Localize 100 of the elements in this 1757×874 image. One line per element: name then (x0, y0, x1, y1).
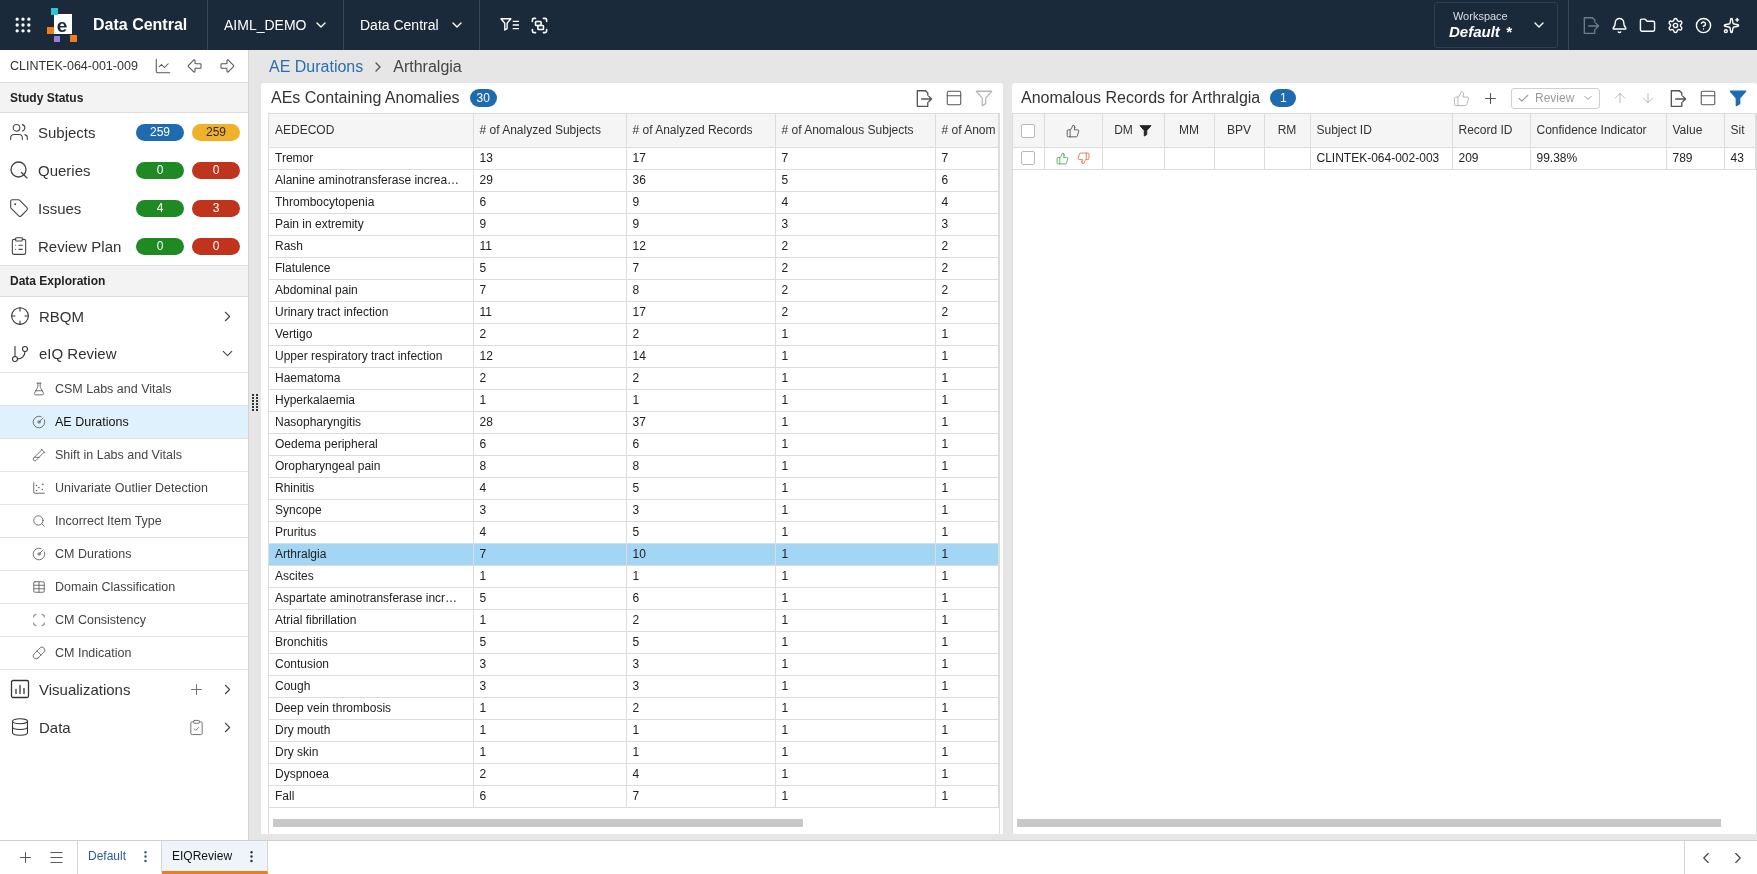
status-item[interactable]: Issues 4 3 (0, 189, 248, 227)
clipboard-check-icon[interactable] (188, 718, 205, 736)
table-row[interactable]: Pruritus 4 5 1 1 (269, 521, 999, 543)
column-header[interactable]: AEDECOD (269, 114, 473, 147)
column-header[interactable]: # of Analyzed Records (626, 114, 775, 147)
table-cell: 1 (775, 675, 935, 697)
table-row[interactable]: Syncope 3 3 1 1 (269, 499, 999, 521)
table-row[interactable]: Oedema peripheral 6 6 1 1 (269, 433, 999, 455)
column-header[interactable]: # of Anomalous Subjects (775, 114, 935, 147)
column-header[interactable]: Confidence Indicator (1530, 114, 1666, 147)
table-row[interactable]: Flatulence 5 7 2 2 (269, 257, 999, 279)
nav-item[interactable]: Visualizations (0, 670, 248, 708)
app-grid-icon[interactable] (13, 15, 33, 35)
drag-handle-icon[interactable] (252, 394, 258, 411)
folder-icon[interactable] (1639, 16, 1656, 34)
export-icon[interactable] (914, 88, 933, 108)
help-icon[interactable] (1695, 16, 1712, 34)
table-cell: 7 (473, 543, 626, 565)
table-row[interactable]: Fall 6 7 1 1 (269, 785, 999, 807)
menu-icon[interactable] (48, 849, 65, 866)
column-header[interactable]: DM (1102, 114, 1164, 147)
table-row[interactable]: Deep vein thrombosis 1 2 1 1 (269, 697, 999, 719)
column-header[interactable]: Record ID (1452, 114, 1530, 147)
table-row[interactable]: Rhinitis 4 5 1 1 (269, 477, 999, 499)
export-icon[interactable] (1581, 15, 1600, 35)
table-row[interactable]: Abdominal pain 7 8 2 2 (269, 279, 999, 301)
workspace-selector[interactable]: Workspace Default * (1434, 2, 1558, 48)
column-header[interactable]: Subject ID (1310, 114, 1452, 147)
table-row[interactable]: Oropharyngeal pain 8 8 1 1 (269, 455, 999, 477)
table-row[interactable]: Dry skin 1 1 1 1 (269, 741, 999, 763)
section-header: Data Exploration (0, 265, 248, 297)
table-row[interactable]: Cough 3 3 1 1 (269, 675, 999, 697)
settings-icon[interactable] (1667, 16, 1684, 34)
grouped-squares-icon[interactable] (530, 15, 549, 35)
table-row[interactable]: Haematoma 2 2 1 1 (269, 367, 999, 389)
table-row[interactable]: Vertigo 2 2 1 1 (269, 323, 999, 345)
table-row[interactable]: Aspartate aminotransferase incr… 5 6 1 1 (269, 587, 999, 609)
table-cell: 1 (775, 719, 935, 741)
table-row[interactable]: Nasopharyngitis 28 37 1 1 (269, 411, 999, 433)
table-row[interactable]: Thrombocytopenia 6 9 4 4 (269, 191, 999, 213)
table-cell: 1 (935, 499, 999, 521)
breadcrumb-link[interactable]: AE Durations (269, 57, 364, 76)
tab[interactable]: EIQReview (162, 841, 269, 874)
table-row[interactable]: Dyspnoea 2 4 1 1 (269, 763, 999, 785)
logo: e (47, 8, 77, 42)
table-cell: 3 (626, 499, 775, 521)
column-header[interactable]: MM (1164, 114, 1214, 147)
nav-item[interactable]: RBQM (0, 297, 248, 335)
status-item[interactable]: Subjects 259 259 (0, 113, 248, 151)
sparkles-icon[interactable] (1723, 16, 1740, 34)
arrow-right-icon[interactable] (218, 57, 236, 75)
line-chart-icon[interactable] (154, 57, 172, 75)
table-row[interactable]: Rash 11 12 2 2 (269, 235, 999, 257)
filter-list-icon[interactable] (500, 16, 520, 34)
table-row[interactable]: Contusion 3 3 1 1 (269, 653, 999, 675)
column-header[interactable]: # of Anom (935, 114, 999, 147)
column-header[interactable]: Sit (1724, 114, 1756, 147)
thumbs-up-icon[interactable] (1056, 151, 1069, 165)
table-row[interactable]: Pain in extremity 9 9 3 3 (269, 213, 999, 235)
column-header[interactable]: # of Analyzed Subjects (473, 114, 626, 147)
status-item[interactable]: Review Plan 0 0 (0, 227, 248, 265)
table-row[interactable]: Alanine aminotransferase increa… 29 36 5 6 (269, 169, 999, 191)
plus-icon[interactable] (17, 849, 34, 866)
column-header[interactable]: Value (1666, 114, 1724, 147)
horizontal-scrollbar[interactable] (273, 819, 803, 827)
table-row[interactable]: Upper respiratory tract infection 12 14 1 1 (269, 345, 999, 367)
nav-item[interactable]: Data (0, 708, 248, 746)
table-row[interactable]: Tremor 13 17 7 7 (269, 147, 999, 169)
nav-subitem[interactable]: AE Durations (0, 406, 248, 439)
table-row[interactable]: Ascites 1 1 1 1 (269, 565, 999, 587)
thumbs-down-icon[interactable] (1077, 151, 1090, 165)
table-row[interactable]: Urinary tract infection 11 17 2 2 (269, 301, 999, 323)
checkbox[interactable] (1021, 123, 1036, 138)
arrow-left-icon[interactable] (186, 57, 204, 75)
filter-icon[interactable] (1138, 123, 1152, 137)
table-cell: 1 (935, 367, 999, 389)
column-header[interactable]: RM (1264, 114, 1310, 147)
column-header[interactable]: BPV (1214, 114, 1264, 147)
bell-icon[interactable] (1611, 16, 1628, 34)
table-row[interactable]: Hyperkalaemia 1 1 1 1 (269, 389, 999, 411)
panel-icon[interactable] (945, 89, 963, 107)
checkbox[interactable] (1021, 151, 1036, 166)
table-cell: Oedema peripheral (269, 433, 473, 455)
table-cell: Nasopharyngitis (269, 411, 473, 433)
table-row[interactable]: Atrial fibrillation 1 2 1 1 (269, 609, 999, 631)
table-row[interactable]: Bronchitis 5 5 1 1 (269, 631, 999, 653)
table-cell: 1 (775, 785, 935, 807)
workspace-name: Default (1449, 22, 1500, 40)
table-row[interactable]: Arthralgia 7 10 1 1 (269, 543, 999, 565)
table-cell: 1 (935, 741, 999, 763)
table-row[interactable]: Dry mouth 1 1 1 1 (269, 719, 999, 741)
status-item[interactable]: Queries 0 0 (0, 151, 248, 189)
horizontal-scrollbar[interactable] (1017, 819, 1721, 827)
app-name: Data Central (93, 16, 188, 34)
panel-icon[interactable] (1699, 89, 1717, 107)
export-icon[interactable] (1668, 88, 1687, 108)
thumbs-up-icon[interactable] (1453, 89, 1470, 107)
count-badge: 0 (136, 161, 184, 179)
table-cell: 6 (473, 433, 626, 455)
table-cell: 7 (473, 279, 626, 301)
